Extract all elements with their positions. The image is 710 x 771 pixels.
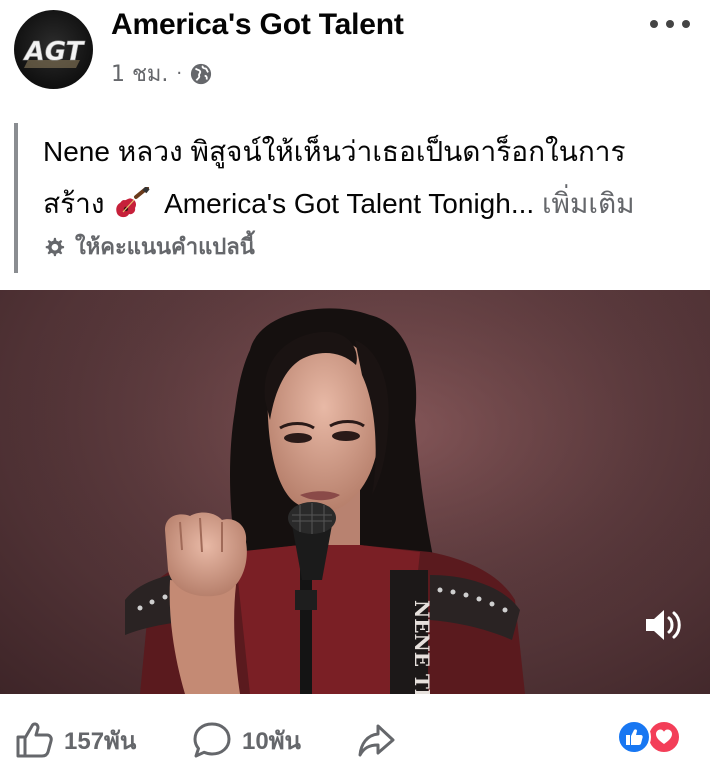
- reaction-summary[interactable]: [617, 720, 685, 756]
- post-meta: 1 ชม. ·: [111, 56, 212, 91]
- love-reaction-icon: [647, 720, 681, 754]
- more-dot-icon: [682, 20, 690, 28]
- more-dot-icon: [650, 20, 658, 28]
- comment-count: 10พัน: [242, 727, 301, 755]
- speaker-icon[interactable]: [640, 602, 686, 648]
- gear-icon: [45, 237, 65, 256]
- post-time[interactable]: 1 ชม.: [111, 56, 168, 91]
- video-player[interactable]: NENE Thai: [0, 290, 710, 694]
- thumbs-up-reaction-icon: [626, 729, 643, 745]
- like-button[interactable]: 157พัน: [14, 720, 136, 760]
- see-more-link[interactable]: เพิ่มเติม: [542, 188, 635, 219]
- post-header: AGT America's Got Talent 1 ชม. ·: [0, 0, 710, 100]
- like-reaction-icon: [617, 720, 651, 754]
- page-avatar[interactable]: AGT: [14, 10, 93, 89]
- agt-logo: AGT: [22, 37, 86, 68]
- post-text: Nene หลวง พิสูจน์ให้เห็นว่าเธอเป็นดาร็อก…: [43, 126, 683, 230]
- jacket-text: NENE Thai: [410, 600, 434, 694]
- heart-icon: [656, 729, 672, 744]
- page-name[interactable]: America's Got Talent: [111, 8, 404, 42]
- more-options-button[interactable]: [648, 12, 692, 36]
- more-dot-icon: [666, 20, 674, 28]
- post-text-part2: America's Got Talent Tonigh...: [164, 188, 535, 219]
- thumbs-up-icon: [16, 722, 53, 758]
- meta-separator: ·: [176, 63, 183, 84]
- globe-icon: [191, 63, 212, 84]
- video-frame: NENE Thai: [0, 290, 710, 694]
- guitar-emoji-icon: [116, 187, 150, 218]
- avatar-logo-text: AGT: [23, 37, 86, 67]
- like-count: 157พัน: [64, 727, 137, 755]
- share-icon: [358, 724, 395, 757]
- share-button[interactable]: [356, 720, 396, 760]
- quote-bar: [14, 123, 18, 273]
- rate-translation-label: ให้คะแนนคำแปลนี้: [75, 234, 255, 259]
- comment-button[interactable]: 10พัน: [192, 720, 301, 760]
- rate-translation[interactable]: ให้คะแนนคำแปลนี้: [43, 229, 255, 264]
- comment-icon: [193, 722, 231, 758]
- action-bar: 157พัน 10พัน: [0, 700, 710, 771]
